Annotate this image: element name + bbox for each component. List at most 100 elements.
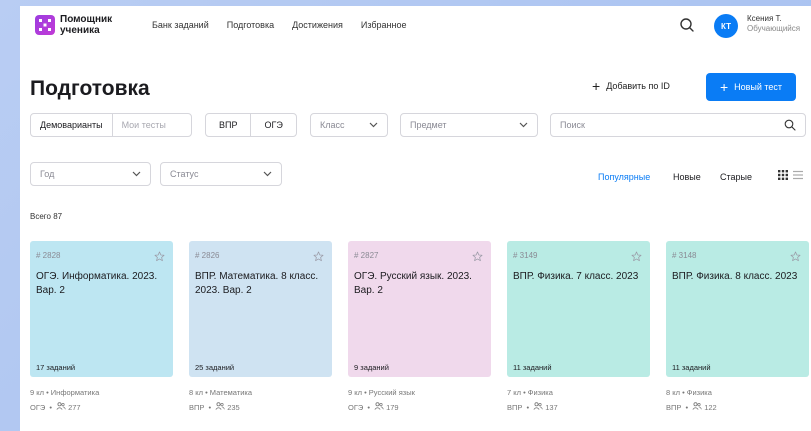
status-dropdown[interactable]: Статус	[160, 162, 282, 186]
bullet: •	[683, 402, 691, 412]
card-meta-grade-subject: 9 кл • Русский язык	[348, 388, 415, 397]
star-icon[interactable]	[631, 249, 642, 262]
add-by-id-button[interactable]: + Добавить по ID	[592, 78, 670, 94]
card-exam-type: ВПР	[666, 402, 682, 412]
chevron-down-icon	[132, 171, 141, 177]
card-meta-exam-views: ВПР • 235	[189, 402, 240, 412]
subject-dropdown[interactable]: Предмет	[400, 113, 538, 137]
exam-toggle: ВПР ОГЭ	[205, 113, 297, 137]
card-meta-exam-views: ВПР • 122	[666, 402, 717, 412]
card-views: 122	[704, 402, 717, 412]
list-view-icon[interactable]	[792, 169, 804, 181]
card-meta-grade-subject: 8 кл • Математика	[189, 388, 253, 397]
star-icon[interactable]	[154, 249, 165, 262]
plus-icon: +	[592, 78, 601, 94]
chevron-down-icon	[519, 122, 528, 128]
card-title: ВПР. Физика. 7 класс. 2023	[513, 271, 639, 282]
card-meta-grade-subject: 9 кл • Информатика	[30, 388, 100, 397]
nav-item-preparation[interactable]: Подготовка	[227, 20, 274, 30]
user-role: Обучающийся	[747, 24, 801, 33]
source-toggle: Демоварианты Мои тесты	[30, 113, 192, 137]
class-dropdown-label: Класс	[320, 120, 345, 130]
tab-demo-variants[interactable]: Демоварианты	[31, 114, 112, 136]
card-meta-grade-subject: 8 кл • Физика	[666, 388, 712, 397]
sort-new[interactable]: Новые	[673, 172, 701, 182]
status-dropdown-label: Статус	[170, 169, 199, 179]
tab-oge[interactable]: ОГЭ	[251, 114, 295, 136]
card-id: # 2827	[354, 251, 379, 260]
star-icon[interactable]	[313, 249, 324, 262]
card-exam-type: ОГЭ	[348, 402, 364, 412]
main-nav: Банк заданий Подготовка Достижения Избра…	[152, 20, 406, 30]
card-exam-type: ВПР	[189, 402, 205, 412]
test-card[interactable]: # 3148 ВПР. Физика. 8 класс. 2023 11 задан…	[666, 241, 809, 377]
new-test-label: Новый тест	[734, 82, 783, 92]
plus-icon: +	[719, 79, 729, 95]
card-title: ОГЭ. Русский язык. 2023. Вар. 2	[354, 271, 472, 296]
card-task-count: 11 заданий	[672, 363, 711, 372]
nav-item-achievements[interactable]: Достижения	[292, 20, 343, 30]
card-id: # 3148	[672, 251, 697, 260]
year-dropdown-label: Год	[40, 169, 55, 179]
logo-text[interactable]: Помощник ученика	[60, 14, 130, 36]
test-card[interactable]: # 2827 ОГЭ. Русский язык. 2023. Вар. 2 9 з…	[348, 241, 491, 377]
tab-vpr[interactable]: ВПР	[206, 114, 250, 136]
nav-item-favorites[interactable]: Избранное	[361, 20, 407, 30]
new-test-button[interactable]: + Новый тест	[706, 73, 796, 101]
chevron-down-icon	[369, 122, 378, 128]
card-task-count: 9 заданий	[354, 363, 389, 372]
logo-line-2: ученика	[60, 25, 100, 36]
user-name[interactable]: Ксения Т.	[747, 14, 782, 24]
search-icon	[784, 119, 796, 131]
bullet: •	[365, 402, 373, 412]
users-icon	[374, 402, 384, 412]
bullet: •	[524, 402, 532, 412]
page-title: Подготовка	[30, 77, 150, 100]
test-card[interactable]: # 2826 ВПР. Математика. 8 класс. 2023. Ва…	[189, 241, 332, 377]
sort-popular[interactable]: Популярные	[598, 172, 650, 182]
card-id: # 2826	[195, 251, 220, 260]
total-count: Всего 87	[30, 212, 63, 221]
card-views: 179	[386, 402, 399, 412]
card-views: 137	[545, 402, 558, 412]
card-meta-grade-subject: 7 кл • Физика	[507, 388, 553, 397]
star-icon[interactable]	[790, 249, 801, 262]
star-icon[interactable]	[472, 249, 483, 262]
card-meta-exam-views: ОГЭ • 179	[348, 402, 399, 412]
avatar[interactable]: КТ	[714, 14, 738, 38]
logo-icon[interactable]	[35, 15, 55, 35]
card-id: # 2828	[36, 251, 61, 260]
year-dropdown[interactable]: Год	[30, 162, 151, 186]
card-views: 235	[227, 402, 240, 412]
card-views: 277	[68, 402, 81, 412]
search-placeholder: Поиск	[560, 120, 585, 130]
card-exam-type: ОГЭ	[30, 402, 46, 412]
card-title: ВПР. Физика. 8 класс. 2023	[672, 271, 798, 282]
bullet: •	[206, 402, 214, 412]
search-input[interactable]: Поиск	[550, 113, 806, 137]
app-frame: Помощник ученика Банк заданий Подготовка…	[20, 6, 811, 431]
users-icon	[215, 402, 225, 412]
subject-dropdown-label: Предмет	[410, 120, 447, 130]
users-icon	[56, 402, 66, 412]
card-title: ОГЭ. Информатика. 2023. Вар. 2	[36, 271, 158, 296]
nav-item-task-bank[interactable]: Банк заданий	[152, 20, 209, 30]
card-meta-exam-views: ОГЭ • 277	[30, 402, 81, 412]
card-exam-type: ВПР	[507, 402, 523, 412]
card-task-count: 25 заданий	[195, 363, 235, 372]
card-title: ВПР. Математика. 8 класс. 2023. Вар. 2	[195, 271, 319, 296]
search-icon[interactable]	[679, 17, 695, 33]
users-icon	[692, 402, 702, 412]
logo-line-1: Помощник	[60, 14, 113, 25]
chevron-down-icon	[263, 171, 272, 177]
test-card[interactable]: # 3149 ВПР. Физика. 7 класс. 2023 11 задан…	[507, 241, 650, 377]
card-meta-exam-views: ВПР • 137	[507, 402, 558, 412]
add-by-id-label: Добавить по ID	[606, 81, 670, 91]
users-icon	[533, 402, 543, 412]
top-header: Помощник ученика Банк заданий Подготовка…	[20, 6, 811, 46]
sort-old[interactable]: Старые	[720, 172, 752, 182]
class-dropdown[interactable]: Класс	[310, 113, 388, 137]
test-card[interactable]: # 2828 ОГЭ. Информатика. 2023. Вар. 2 17 з…	[30, 241, 173, 377]
grid-view-icon[interactable]	[777, 169, 789, 181]
tab-my-tests[interactable]: Мои тесты	[113, 114, 175, 136]
